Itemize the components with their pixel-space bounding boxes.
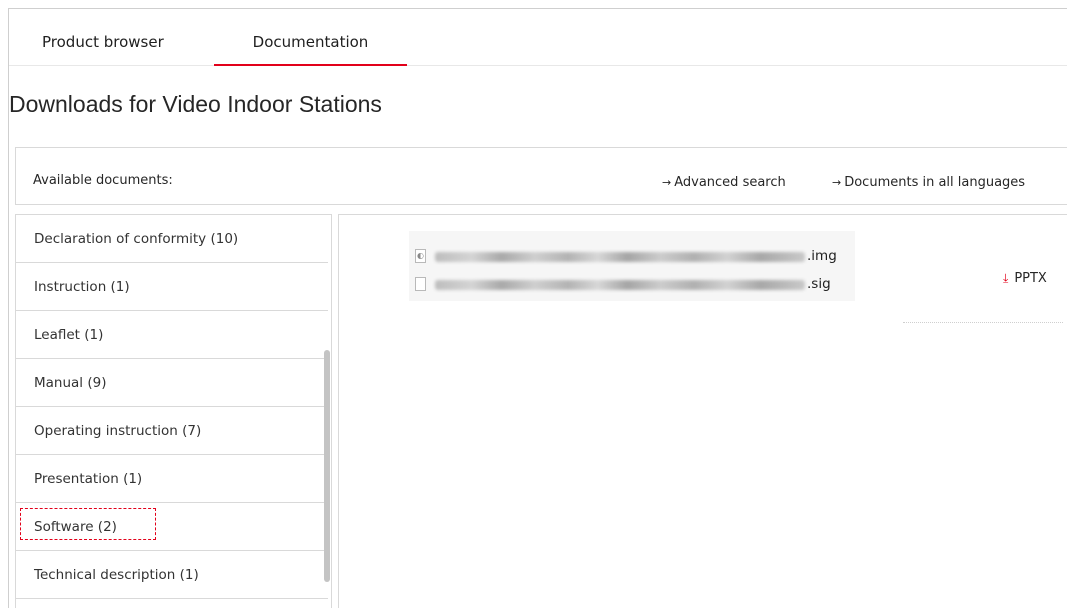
- redacted-filename: [435, 280, 805, 290]
- category-label: Presentation (1): [34, 471, 143, 487]
- category-label: Operating instruction (7): [34, 423, 202, 439]
- category-item-operating-instruction[interactable]: Operating instruction (7): [16, 407, 328, 455]
- download-pptx-link[interactable]: ⤓ PPTX: [1003, 271, 1047, 286]
- blank-file-icon: [415, 277, 426, 291]
- category-label: Technical description (1): [34, 567, 199, 583]
- tab-bar: Product browser Documentation: [9, 9, 1067, 66]
- file-extension: .sig: [807, 276, 831, 292]
- arrow-right-icon: →: [662, 176, 672, 189]
- available-documents-label: Available documents:: [33, 173, 173, 188]
- app-frame: Product browser Documentation Downloads …: [8, 8, 1067, 608]
- category-label: Leaflet (1): [34, 327, 104, 343]
- documents-all-languages-label: Documents in all languages: [844, 175, 1026, 190]
- category-item-declaration-of-conformity[interactable]: Declaration of conformity (10): [16, 215, 328, 263]
- category-scrollbar[interactable]: [324, 350, 330, 582]
- category-label: Manual (9): [34, 375, 107, 391]
- documents-all-languages-link[interactable]: → Documents in all languages: [832, 175, 1025, 190]
- category-item-instruction[interactable]: Instruction (1): [16, 263, 328, 311]
- tab-documentation[interactable]: Documentation: [214, 9, 407, 66]
- page-title: Downloads for Video Indoor Stations: [9, 91, 382, 117]
- documents-header: Available documents: → Advanced search → D…: [15, 147, 1067, 205]
- category-item-manual[interactable]: Manual (9): [16, 359, 328, 407]
- category-item-technical-description[interactable]: Technical description (1): [16, 551, 328, 599]
- advanced-search-link[interactable]: → Advanced search: [662, 175, 786, 190]
- file-extension: .img: [807, 248, 837, 264]
- file-list: ◐ .img .sig: [409, 231, 855, 301]
- category-label: Instruction (1): [34, 279, 130, 295]
- document-content-pane: ◐ .img .sig ⤓ PPTX: [338, 214, 1067, 608]
- download-format-label: PPTX: [1014, 271, 1047, 286]
- redacted-filename: [435, 252, 805, 262]
- download-arrow-icon: ⤓: [1003, 271, 1009, 285]
- divider: [903, 322, 1063, 323]
- advanced-search-label: Advanced search: [674, 175, 786, 190]
- category-item-software[interactable]: Software (2): [16, 503, 328, 551]
- category-list: Declaration of conformity (10) Instructi…: [15, 214, 332, 608]
- arrow-right-icon: →: [832, 176, 842, 189]
- category-item-presentation[interactable]: Presentation (1): [16, 455, 328, 503]
- category-label: Declaration of conformity (10): [34, 231, 239, 247]
- category-item-leaflet[interactable]: Leaflet (1): [16, 311, 328, 359]
- tab-product-browser[interactable]: Product browser: [42, 9, 164, 64]
- file-row-img[interactable]: ◐ .img: [409, 247, 849, 267]
- disk-image-icon: ◐: [415, 249, 426, 263]
- file-row-sig[interactable]: .sig: [409, 275, 849, 295]
- category-label: Software (2): [34, 519, 117, 535]
